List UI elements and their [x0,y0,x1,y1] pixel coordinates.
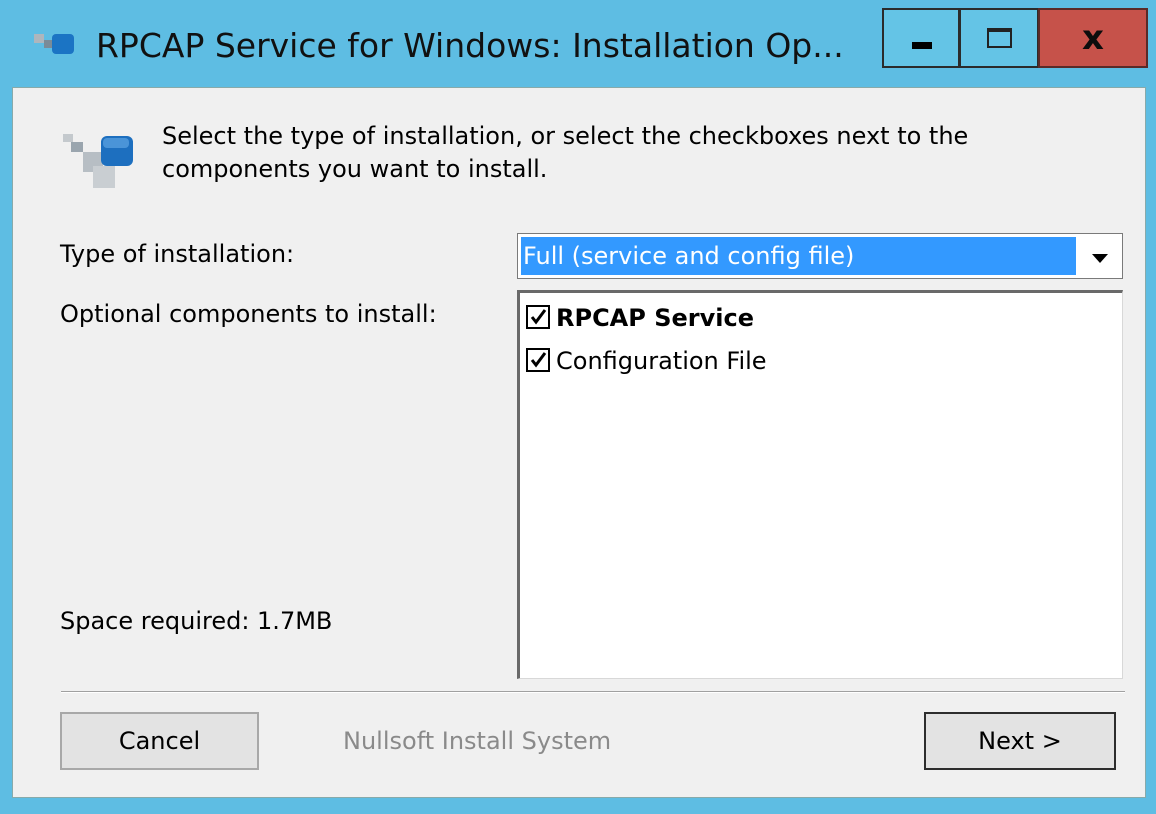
close-icon: x [1082,18,1104,58]
components-list[interactable]: RPCAP Service Configuration File [517,290,1123,679]
dialog-body: Select the type of installation, or sele… [12,87,1146,798]
maximize-icon [987,28,1012,48]
chevron-down-icon [1092,254,1108,263]
installation-type-select[interactable]: Full (service and config file) [517,233,1123,279]
maximize-button[interactable] [959,8,1039,68]
component-checkbox[interactable] [526,348,550,372]
components-icon [63,134,133,188]
checkmark-icon [530,352,547,368]
minimize-button[interactable] [882,8,960,68]
component-label: RPCAP Service [556,304,754,332]
minimize-icon [912,42,932,49]
title-bar[interactable]: RPCAP Service for Windows: Installation … [0,0,1156,86]
component-checkbox[interactable] [526,305,550,329]
installer-window: RPCAP Service for Windows: Installation … [0,0,1156,814]
cancel-button[interactable]: Cancel [60,712,259,770]
close-button[interactable]: x [1038,8,1148,68]
installer-branding: Nullsoft Install System [343,727,612,755]
instructions-text: Select the type of installation, or sele… [162,122,969,183]
installation-type-label: Type of installation: [60,240,295,268]
window-title: RPCAP Service for Windows: Installation … [96,26,844,65]
dropdown-button[interactable] [1077,236,1122,278]
installer-app-icon [34,34,74,54]
component-item-rpcap-service[interactable]: RPCAP Service [526,301,754,335]
optional-components-label: Optional components to install: [60,300,437,328]
next-button[interactable]: Next > [924,712,1116,770]
checkmark-icon [530,309,547,325]
component-label: Configuration File [556,347,767,375]
space-required-text: Space required: 1.7MB [60,607,333,635]
footer-divider [61,691,1125,693]
installation-type-value: Full (service and config file) [521,237,1076,275]
component-item-configuration-file[interactable]: Configuration File [526,344,767,378]
